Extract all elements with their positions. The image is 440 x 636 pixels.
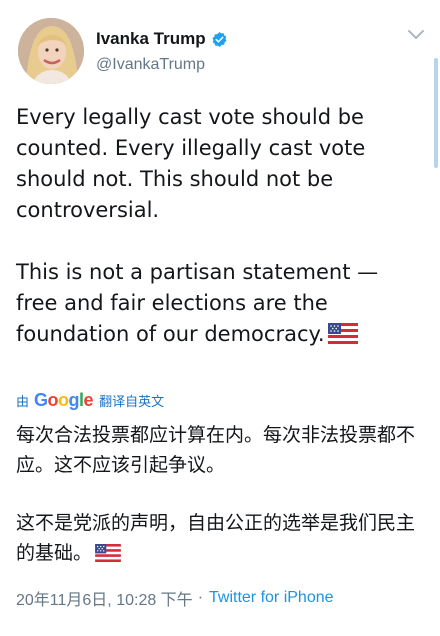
avatar-portrait [18, 18, 84, 84]
author-name[interactable]: Ivanka Trump [96, 29, 206, 49]
tweet-card: Ivanka Trump @IvankaTrump Every legally … [0, 0, 440, 636]
tweet-source-link[interactable]: Twitter for iPhone [209, 589, 334, 607]
meta-separator: · [197, 589, 204, 606]
tweet-timestamp[interactable]: 20年11月6日, 10:28 下午 [16, 586, 193, 610]
chevron-down-icon[interactable] [406, 28, 426, 42]
author-name-row: Ivanka Trump [96, 26, 228, 52]
google-logo: Google [34, 389, 94, 410]
translated-paragraph-2: 这不是党派的声明，自由公正的选举是我们民主的基础。 [16, 508, 426, 568]
translated-text: 每次合法投票都应计算在内。每次非法投票都不应。这不应该引起争议。 这不是党派的声… [16, 420, 426, 568]
scrollbar[interactable] [434, 58, 438, 168]
tweet-meta: 20年11月6日, 10:28 下午 · Twitter for iPhone [16, 586, 334, 610]
translate-from-english-link[interactable]: 翻译自英文 [99, 391, 164, 410]
translated-paragraph-1: 每次合法投票都应计算在内。每次非法投票都不应。这不应该引起争议。 [16, 424, 416, 476]
tweet-header: Ivanka Trump @IvankaTrump [18, 14, 428, 90]
translation-prefix: 由 [16, 394, 30, 410]
translation-attribution: 由 Google 翻译自英文 [16, 389, 164, 411]
author-handle[interactable]: @IvankaTrump [96, 56, 205, 74]
tweet-paragraph-1: Every legally cast vote should be counte… [16, 105, 366, 222]
tweet-paragraph-2: This is not a partisan statement — free … [16, 257, 424, 350]
verified-badge-icon [212, 31, 227, 47]
tweet-paragraph-2-text: This is not a partisan statement — free … [16, 260, 379, 346]
translated-paragraph-2-text: 这不是党派的声明，自由公正的选举是我们民主的基础。 [16, 512, 416, 564]
us-flag-icon [95, 544, 121, 562]
author-avatar[interactable] [18, 18, 84, 84]
us-flag-icon [327, 323, 358, 344]
tweet-text: Every legally cast vote should be counte… [16, 102, 424, 350]
